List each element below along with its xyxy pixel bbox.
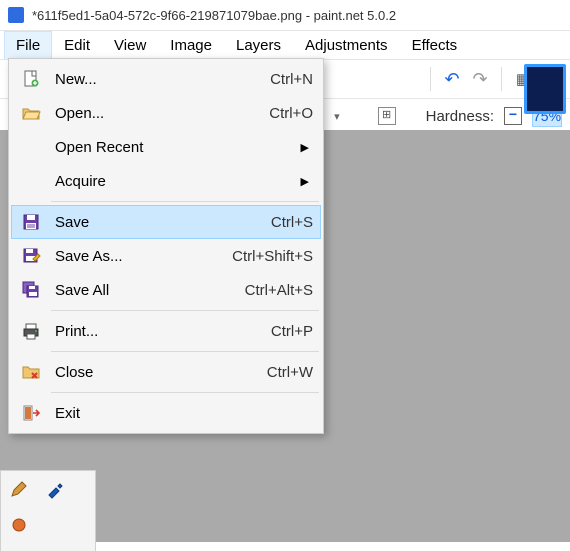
menu-view[interactable]: View <box>102 31 158 59</box>
app-icon <box>8 7 24 23</box>
file-menu-save-as[interactable]: Save As...Ctrl+Shift+S <box>11 239 321 273</box>
menu-item-label: Open... <box>55 105 269 122</box>
eyedropper-tool-icon[interactable] <box>41 475 69 503</box>
menu-file[interactable]: File <box>4 31 52 59</box>
menu-item-label: Save <box>55 214 271 231</box>
menu-effects[interactable]: Effects <box>400 31 470 59</box>
menu-item-shortcut: Ctrl+Alt+S <box>245 282 313 299</box>
window-title: *611f5ed1-5a04-572c-9f66-219871079bae.pn… <box>32 8 396 23</box>
saveall-icon <box>19 278 43 302</box>
menu-image[interactable]: Image <box>158 31 224 59</box>
file-menu-acquire[interactable]: Acquire▶ <box>11 164 321 198</box>
menu-adjustments[interactable]: Adjustments <box>293 31 400 59</box>
expand-icon[interactable]: ⊞ <box>378 107 396 125</box>
blank-icon <box>19 135 43 159</box>
menu-item-shortcut: Ctrl+O <box>269 105 313 122</box>
menu-item-label: Acquire <box>55 173 313 190</box>
file-menu-exit[interactable]: Exit <box>11 396 321 430</box>
file-menu-close[interactable]: CloseCtrl+W <box>11 355 321 389</box>
exit-icon <box>19 401 43 425</box>
hardness-minus-icon[interactable]: − <box>504 107 522 125</box>
file-menu-print[interactable]: Print...Ctrl+P <box>11 314 321 348</box>
pencil-tool-icon[interactable] <box>5 475 33 503</box>
menu-item-shortcut: Ctrl+N <box>270 71 313 88</box>
menu-item-label: Exit <box>55 405 313 422</box>
menu-layers[interactable]: Layers <box>224 31 293 59</box>
submenu-arrow-icon: ▶ <box>301 175 309 188</box>
menu-item-shortcut: Ctrl+P <box>271 323 313 340</box>
undo-icon[interactable]: ↶ <box>441 68 463 90</box>
save-icon <box>19 210 43 234</box>
file-menu-dropdown: New...Ctrl+NOpen...Ctrl+OOpen Recent▶Acq… <box>8 58 324 434</box>
menu-item-label: Save As... <box>55 248 232 265</box>
toolbar-divider <box>501 67 502 91</box>
image-thumbnail[interactable] <box>524 64 566 114</box>
file-menu-save[interactable]: SaveCtrl+S <box>11 205 321 239</box>
menu-edit[interactable]: Edit <box>52 31 102 59</box>
menu-separator <box>51 392 319 393</box>
close-icon <box>19 360 43 384</box>
menu-separator <box>51 310 319 311</box>
file-menu-open-recent[interactable]: Open Recent▶ <box>11 130 321 164</box>
hardness-label: Hardness: <box>426 108 494 125</box>
submenu-arrow-icon: ▶ <box>301 141 309 154</box>
saveas-icon <box>19 244 43 268</box>
menu-item-shortcut: Ctrl+W <box>267 364 313 381</box>
menu-item-label: Save All <box>55 282 245 299</box>
file-menu-save-all[interactable]: Save AllCtrl+Alt+S <box>11 273 321 307</box>
titlebar: *611f5ed1-5a04-572c-9f66-219871079bae.pn… <box>0 0 570 31</box>
menu-separator <box>51 351 319 352</box>
open-icon <box>19 101 43 125</box>
menu-item-label: Open Recent <box>55 139 313 156</box>
file-menu-open[interactable]: Open...Ctrl+O <box>11 96 321 130</box>
toolbar-divider <box>430 67 431 91</box>
menu-item-label: New... <box>55 71 270 88</box>
redo-icon[interactable]: ↷ <box>469 68 491 90</box>
menu-item-shortcut: Ctrl+S <box>271 214 313 231</box>
tools-panel <box>0 470 96 551</box>
print-icon <box>19 319 43 343</box>
tool-icon[interactable] <box>5 511 33 539</box>
file-menu-new[interactable]: New...Ctrl+N <box>11 62 321 96</box>
menu-item-label: Close <box>55 364 267 381</box>
new-icon <box>19 67 43 91</box>
menu-separator <box>51 201 319 202</box>
menubar: FileEditViewImageLayersAdjustmentsEffect… <box>0 31 570 60</box>
blank-icon <box>19 169 43 193</box>
menu-item-shortcut: Ctrl+Shift+S <box>232 248 313 265</box>
menu-item-label: Print... <box>55 323 271 340</box>
